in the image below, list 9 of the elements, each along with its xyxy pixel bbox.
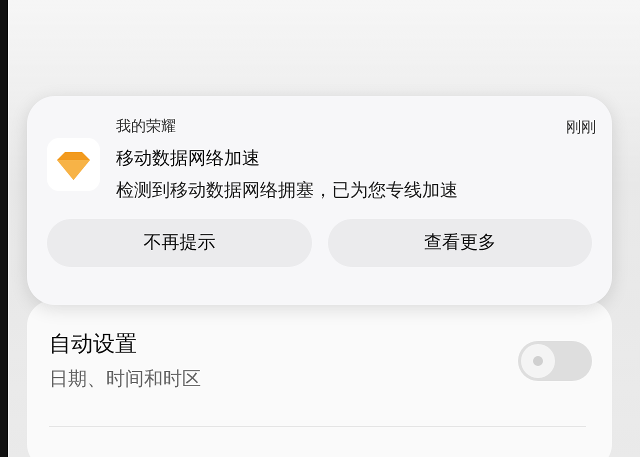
notification-body: 检测到移动数据网络拥塞，已为您专线加速	[116, 178, 459, 202]
setting-subtitle: 日期、时间和时区	[49, 367, 201, 392]
timestamp: 刚刚	[566, 117, 596, 138]
setting-title: 自动设置	[49, 331, 138, 359]
notification-action-button[interactable]: 不再提示	[47, 218, 312, 266]
toggle-switch[interactable]	[518, 341, 592, 381]
notification-title: 移动数据网络加速	[116, 146, 261, 170]
notification-action-button[interactable]: 查看更多	[328, 218, 592, 266]
app-name: 我的荣耀	[116, 116, 176, 137]
